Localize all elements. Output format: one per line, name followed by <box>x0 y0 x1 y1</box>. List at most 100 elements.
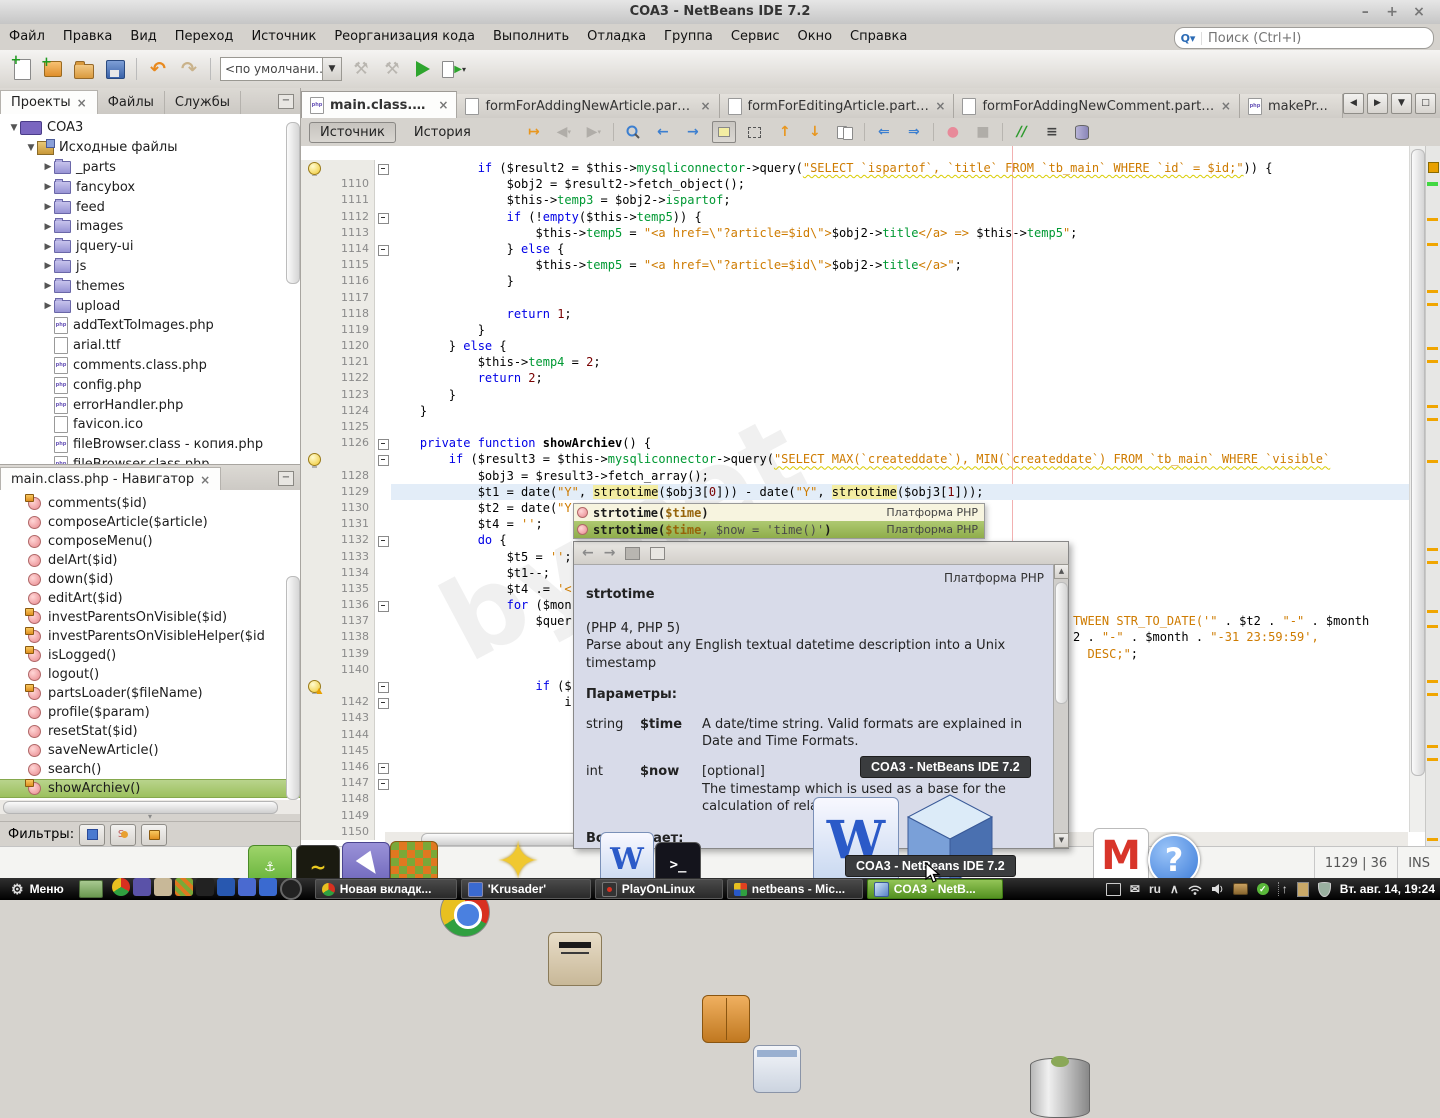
filter-static-icon[interactable]: S <box>110 824 136 846</box>
doc-forward-icon[interactable]: → <box>604 545 616 561</box>
warning-indicator[interactable] <box>1428 162 1439 173</box>
quick-search[interactable]: Q▾ <box>1174 27 1434 49</box>
fold-icon[interactable] <box>378 536 389 547</box>
upload-icon[interactable]: ↑ <box>1278 882 1288 896</box>
wallet-icon[interactable] <box>1233 883 1248 895</box>
code-line[interactable]: 1125 <box>301 419 1410 435</box>
warning-mark[interactable] <box>1427 360 1438 363</box>
code-line[interactable]: 1110 $obj2 = $result2->fetch_object(); <box>301 176 1410 192</box>
tree-item[interactable]: addTextToImages.php <box>0 316 300 336</box>
expander-icon[interactable]: ▶ <box>42 182 54 192</box>
expander-icon[interactable]: ▶ <box>42 261 54 271</box>
tab-services[interactable]: Службы <box>165 91 241 114</box>
close-icon[interactable]: × <box>1221 99 1231 113</box>
warning-mark[interactable] <box>1427 290 1438 293</box>
dock-cabinet-icon[interactable] <box>702 995 750 1043</box>
toggle-highlight-icon[interactable] <box>712 121 736 143</box>
code-line[interactable]: 1122 return 2; <box>301 370 1410 386</box>
file-manager-icon[interactable] <box>79 880 103 898</box>
code-line[interactable]: 1120 } else { <box>301 338 1410 354</box>
expander-icon[interactable]: ▶ <box>42 301 54 311</box>
taskbar-window-button[interactable]: netbeans - Mic... <box>727 879 863 899</box>
code-line[interactable]: 1118 return 1; <box>301 306 1410 322</box>
menu-item[interactable]: Вид <box>121 24 165 50</box>
undo-button[interactable]: ↶ <box>146 57 170 81</box>
fold-icon[interactable] <box>378 439 389 450</box>
navigator-item[interactable]: partsLoader($fileName) <box>0 684 300 703</box>
navigator-item[interactable]: isLogged() <box>0 646 300 665</box>
code-line[interactable]: 1123 } <box>301 387 1410 403</box>
warning-mark[interactable] <box>1427 243 1438 246</box>
close-icon[interactable]: × <box>438 98 448 112</box>
doc-browser-icon[interactable] <box>625 547 640 560</box>
back-icon[interactable]: ◀▾ <box>553 122 575 142</box>
debug-button[interactable]: ▶▾ <box>442 57 466 81</box>
tree-item[interactable]: config.php <box>0 375 300 395</box>
warning-mark[interactable] <box>1427 460 1438 463</box>
minimize-panel-icon[interactable]: − <box>278 94 294 109</box>
window-titlebar[interactable]: COA3 - NetBeans IDE 7.2 – + × <box>0 0 1440 25</box>
doc-back-icon[interactable]: ← <box>582 545 594 561</box>
fold-icon[interactable] <box>378 245 389 256</box>
code-line[interactable]: 1112 if (!empty($this->temp5)) { <box>301 209 1410 225</box>
move-up-icon[interactable]: ↑ <box>774 122 796 142</box>
doc-external-window-icon[interactable] <box>650 547 665 560</box>
fold-icon[interactable] <box>378 682 389 693</box>
warning-mark[interactable] <box>1427 418 1438 421</box>
code-line[interactable]: 1117 <box>301 290 1410 306</box>
redo-button[interactable]: ↷ <box>177 57 201 81</box>
tree-item[interactable]: ▶_parts <box>0 158 300 178</box>
hint-bulb-icon[interactable] <box>308 453 321 466</box>
code-line[interactable]: 1121 $this->temp4 = 2; <box>301 354 1410 370</box>
find-selection-icon[interactable] <box>622 122 644 142</box>
menu-item[interactable]: Правка <box>54 24 121 50</box>
menu-item[interactable]: Файл <box>0 24 54 50</box>
search-input[interactable] <box>1202 31 1433 46</box>
menu-item[interactable]: Отладка <box>578 24 655 50</box>
new-project-button[interactable] <box>41 57 65 81</box>
search-icon[interactable]: Q▾ <box>1175 32 1202 45</box>
navigator-item[interactable]: profile($param) <box>0 703 300 722</box>
warning-mark[interactable] <box>1427 693 1438 696</box>
fold-icon[interactable] <box>378 763 389 774</box>
format-icon[interactable]: ≡ <box>1041 122 1063 142</box>
shift-left-icon[interactable]: ⇐ <box>873 122 895 142</box>
minimize-button[interactable]: – <box>1354 0 1376 24</box>
updates-icon[interactable]: ✓ <box>1257 883 1269 895</box>
tree-item[interactable]: favicon.ico <box>0 415 300 435</box>
tree-scrollbar[interactable] <box>285 116 299 466</box>
quicklaunch-blue-icon[interactable] <box>217 878 235 896</box>
tree-item[interactable]: ▼COA3 <box>0 118 300 138</box>
navigator-item[interactable]: saveNewArticle() <box>0 741 300 760</box>
warning-mark[interactable] <box>1427 561 1438 564</box>
new-file-button[interactable] <box>10 57 34 81</box>
quicklaunch-anchor-icon[interactable] <box>259 878 277 896</box>
taskbar-window-button[interactable]: PlayOnLinux <box>595 879 723 899</box>
save-all-button[interactable] <box>103 57 127 81</box>
navigator-item[interactable]: comments($id) <box>0 494 300 513</box>
editor-tab[interactable]: main.class.php× <box>301 91 457 118</box>
stop-macro-icon[interactable]: ■ <box>972 122 994 142</box>
quicklaunch-checker-icon[interactable] <box>175 878 193 896</box>
duplicate-line-icon[interactable] <box>834 122 856 142</box>
navigator-item[interactable]: composeMenu() <box>0 532 300 551</box>
expander-icon[interactable]: ▶ <box>42 222 54 232</box>
tree-item[interactable]: ▶fancybox <box>0 177 300 197</box>
tree-item[interactable]: ▶themes <box>0 276 300 296</box>
build-button[interactable]: ⚒ <box>349 57 373 81</box>
tree-item[interactable]: fileBrowser.class - копия.php <box>0 435 300 455</box>
fold-icon[interactable] <box>378 698 389 709</box>
doc-scrollbar[interactable]: ▲ ▼ <box>1053 564 1068 848</box>
move-down-icon[interactable]: ↓ <box>804 122 826 142</box>
forward-icon[interactable]: ▶▾ <box>583 122 605 142</box>
quicklaunch-chrome-icon[interactable] <box>112 878 130 896</box>
error-stripe[interactable] <box>1425 146 1440 846</box>
fold-icon[interactable] <box>378 601 389 612</box>
navigator-item[interactable]: showArchiev() <box>0 779 300 798</box>
display-icon[interactable] <box>1106 883 1121 896</box>
editor-tab[interactable]: formForEditingArticle.part.htm× <box>720 94 955 118</box>
filter-nonpublic-icon[interactable] <box>141 824 167 846</box>
taskbar-window-button[interactable]: Новая вкладк... <box>315 879 457 899</box>
code-line[interactable]: 1119 } <box>301 322 1410 338</box>
editor-tab[interactable]: makePr... <box>1240 94 1343 118</box>
